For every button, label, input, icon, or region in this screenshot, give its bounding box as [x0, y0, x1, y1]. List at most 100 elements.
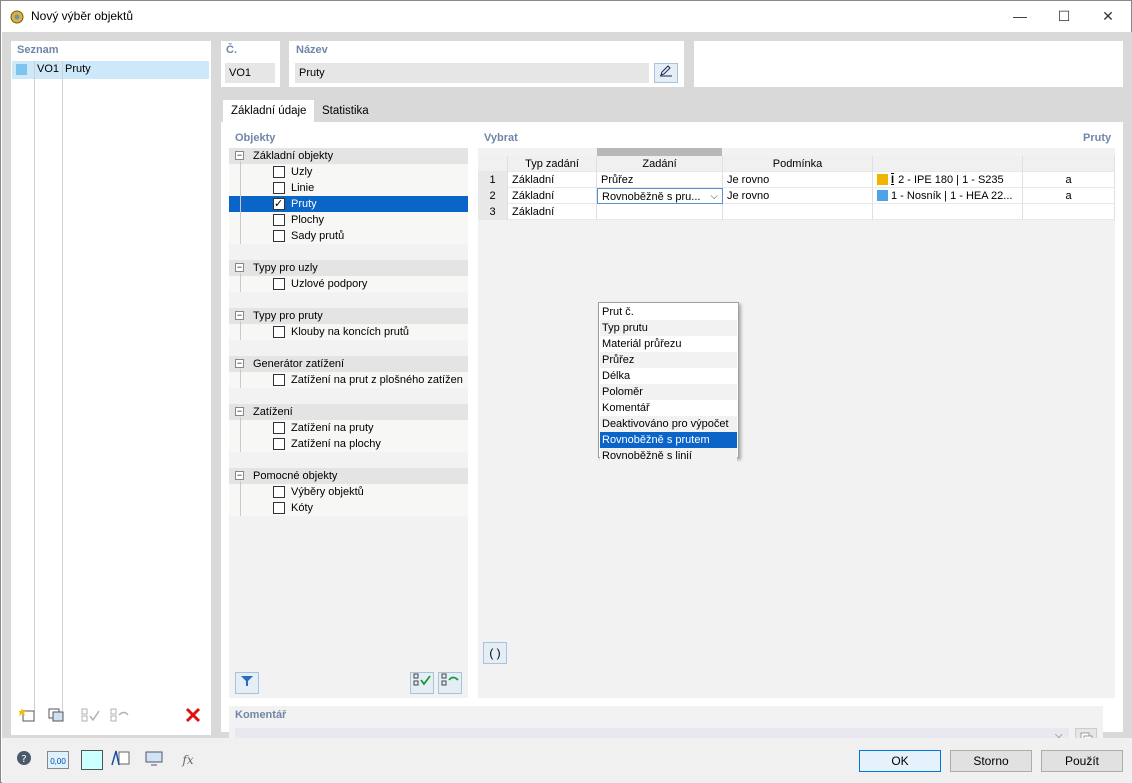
tree-item[interactable]: Sady prutů: [229, 228, 468, 244]
checkbox[interactable]: [273, 230, 285, 242]
collapse-icon[interactable]: −: [235, 359, 244, 368]
checkbox[interactable]: [273, 502, 285, 514]
objects-footer: [229, 668, 468, 698]
collapse-icon[interactable]: −: [235, 151, 244, 160]
color-icon[interactable]: [80, 749, 104, 771]
uncheck-all-icon[interactable]: [108, 707, 132, 729]
close-button[interactable]: ✕: [1085, 1, 1131, 31]
combo-value: Rovnoběžně s pru...: [602, 191, 701, 203]
tree-item-label: Sady prutů: [291, 230, 345, 242]
dropdown-option[interactable]: Typ prutu: [600, 320, 737, 336]
collapse-icon[interactable]: −: [235, 407, 244, 416]
list-item[interactable]: VO1 Pruty: [12, 61, 209, 79]
uncheck-all-objects-button[interactable]: [438, 672, 462, 694]
edit-name-button[interactable]: [654, 63, 678, 83]
chevron-down-icon[interactable]: ⌵: [710, 189, 718, 203]
tab-statistics[interactable]: Statistika: [314, 100, 377, 122]
dropdown-option[interactable]: Poloměr: [600, 384, 737, 400]
select-header: Vybrat: [484, 132, 518, 144]
cell-condition[interactable]: [723, 204, 873, 220]
cell-input[interactable]: Rovnoběžně s pru... ⌵: [597, 188, 723, 204]
checkbox[interactable]: [273, 438, 285, 450]
cell-condition[interactable]: Je rovno: [723, 188, 873, 204]
check-all-objects-button[interactable]: [410, 672, 434, 694]
checkbox[interactable]: [273, 374, 285, 386]
tree-group-header[interactable]: − Zatížení: [229, 404, 468, 420]
dropdown-option[interactable]: Deaktivováno pro výpočet: [600, 416, 737, 432]
new-selection-icon[interactable]: [16, 707, 40, 729]
view-icon[interactable]: [142, 749, 166, 771]
tree-item[interactable]: Kóty: [229, 500, 468, 516]
input-type-dropdown-list[interactable]: Prut č. Typ prutu Materiál průřezu Průřez Dé…: [598, 302, 739, 464]
apply-button[interactable]: Použít: [1041, 750, 1123, 772]
display-properties-icon[interactable]: [108, 749, 132, 771]
cell-value[interactable]: [873, 204, 1023, 220]
tree-item[interactable]: Uzly: [229, 164, 468, 180]
dropdown-option[interactable]: Rovnoběžně s prutem: [600, 432, 737, 448]
tree-item[interactable]: Zatížení na prut z plošného zatížen: [229, 372, 468, 388]
checkbox[interactable]: [273, 422, 285, 434]
checkbox[interactable]: [273, 214, 285, 226]
tree-item[interactable]: Uzlové podpory: [229, 276, 468, 292]
copy-selection-icon[interactable]: [44, 707, 68, 729]
tree-group-header[interactable]: − Generátor zatížení: [229, 356, 468, 372]
checkbox[interactable]: [273, 166, 285, 178]
cancel-button[interactable]: Storno: [950, 750, 1032, 772]
minimize-button[interactable]: —: [997, 1, 1043, 31]
column-divider: [34, 61, 35, 711]
checkbox[interactable]: [273, 486, 285, 498]
checkbox[interactable]: [273, 196, 285, 212]
collapse-icon[interactable]: −: [235, 471, 244, 480]
col-header-type: Typ zadání: [508, 156, 597, 172]
checkbox[interactable]: [273, 278, 285, 290]
dropdown-option[interactable]: Materiál průřezu: [600, 336, 737, 352]
tree-group-header[interactable]: − Typy pro uzly: [229, 260, 468, 276]
checkbox[interactable]: [273, 182, 285, 194]
cell-extra[interactable]: [1023, 204, 1115, 220]
cell-input[interactable]: Průřez: [597, 172, 723, 188]
tree-item[interactable]: Zatížení na pruty: [229, 420, 468, 436]
cell-type[interactable]: Základní: [508, 204, 597, 220]
tree-group-header[interactable]: − Typy pro pruty: [229, 308, 468, 324]
cell-input[interactable]: [597, 204, 723, 220]
tree-item[interactable]: Linie: [229, 180, 468, 196]
search-icon[interactable]: ?: [12, 749, 36, 771]
collapse-icon[interactable]: −: [235, 311, 244, 320]
col-header-value: [873, 156, 1023, 172]
tree-item[interactable]: Klouby na koncích prutů: [229, 324, 468, 340]
checkbox[interactable]: [273, 326, 285, 338]
check-all-icon[interactable]: [79, 707, 103, 729]
dropdown-option[interactable]: Průřez: [600, 352, 737, 368]
cell-type[interactable]: Základní: [508, 172, 597, 188]
cell-value[interactable]: 1 - Nosník | 1 - HEA 22...: [873, 188, 1023, 204]
list-item-code: VO1: [37, 63, 60, 75]
cell-type[interactable]: Základní: [508, 188, 597, 204]
cell-extra[interactable]: a: [1023, 172, 1115, 188]
maximize-button[interactable]: ☐: [1041, 1, 1087, 31]
dropdown-option[interactable]: Délka: [600, 368, 737, 384]
tree-item[interactable]: Pruty: [229, 196, 468, 212]
collapse-icon[interactable]: −: [235, 263, 244, 272]
tree-item[interactable]: Výběry objektů: [229, 484, 468, 500]
dropdown-option[interactable]: Komentář: [600, 400, 737, 416]
numeric-format-icon[interactable]: 0,00: [46, 749, 70, 771]
tree-item[interactable]: Plochy: [229, 212, 468, 228]
cell-extra[interactable]: a: [1023, 188, 1115, 204]
uncheck-all-icon: [441, 673, 459, 690]
tab-basic-data[interactable]: Základní údaje: [223, 100, 315, 122]
tree-item[interactable]: Zatížení na plochy: [229, 436, 468, 452]
tree-group-header[interactable]: − Pomocné objekty: [229, 468, 468, 484]
ok-button[interactable]: OK: [859, 750, 941, 772]
delete-icon[interactable]: [181, 707, 205, 729]
name-field[interactable]: Pruty: [295, 63, 649, 83]
app-icon: [10, 10, 24, 24]
parenthesis-button[interactable]: ( ): [483, 642, 507, 664]
tree-group-header[interactable]: − Základní objekty: [229, 148, 468, 164]
cell-condition[interactable]: Je rovno: [723, 172, 873, 188]
number-field[interactable]: VO1: [225, 63, 275, 83]
dropdown-option[interactable]: Rovnoběžně s linií: [600, 448, 737, 464]
dropdown-option[interactable]: Prut č.: [600, 304, 737, 320]
cell-value[interactable]: I2 - IPE 180 | 1 - S235: [873, 172, 1023, 188]
formula-icon[interactable]: fx: [176, 749, 200, 771]
filter-button[interactable]: [235, 672, 259, 694]
